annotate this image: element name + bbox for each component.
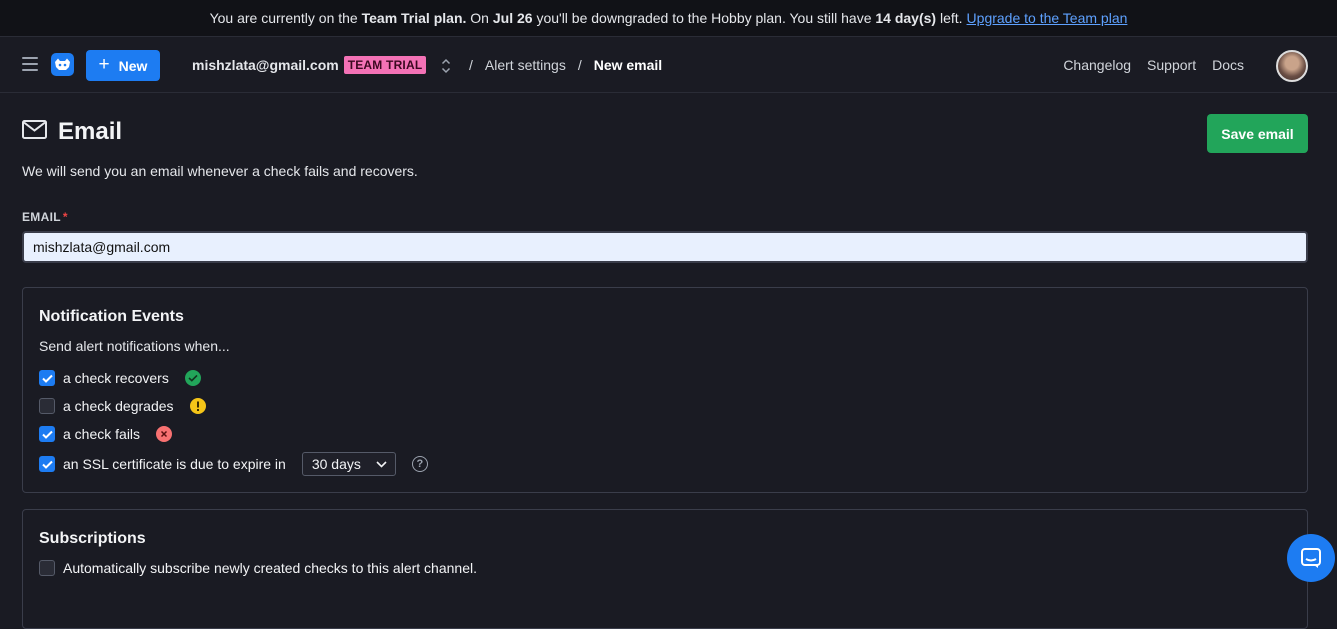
check-degrades-label: a check degrades (63, 398, 174, 414)
upgrade-link[interactable]: Upgrade to the Team plan (967, 10, 1128, 26)
trial-banner: You are currently on the Team Trial plan… (0, 0, 1337, 36)
notification-events-title: Notification Events (39, 308, 184, 325)
subscriptions-panel: Subscriptions Automatically subscribe ne… (22, 509, 1308, 629)
chevron-down-icon (376, 460, 387, 468)
breadcrumb-separator: / (469, 57, 473, 73)
account-email: mishzlata@gmail.com (192, 57, 339, 73)
top-nav: + New mishzlata@gmail.com TEAM TRIAL / A… (0, 36, 1337, 93)
account-switcher[interactable]: mishzlata@gmail.com TEAM TRIAL (192, 56, 427, 74)
check-recovers-row: a check recovers (39, 370, 201, 386)
page-header: Email (22, 118, 122, 146)
page-title: Email (58, 118, 123, 145)
banner-on: On (470, 10, 489, 26)
x-circle-icon (156, 426, 173, 442)
breadcrumb-alert-settings[interactable]: Alert settings (485, 57, 566, 73)
banner-left: left. (939, 10, 963, 26)
help-icon[interactable]: ? (411, 456, 428, 472)
new-button-label: New (118, 57, 148, 74)
check-degrades-checkbox[interactable] (39, 398, 55, 414)
chat-launcher-button[interactable] (1287, 534, 1335, 582)
nav-links: Changelog Support Docs (1063, 57, 1244, 73)
banner-plan: Team Trial plan. (361, 10, 467, 26)
banner-middle: you'll be downgraded to the Hobby plan. … (536, 10, 872, 26)
banner-date: Jul 26 (492, 10, 533, 26)
menu-icon[interactable] (22, 57, 38, 71)
warning-icon (189, 398, 206, 414)
plus-icon: + (98, 54, 110, 75)
auto-subscribe-row: Automatically subscribe newly created ch… (39, 560, 477, 576)
check-circle-icon (184, 370, 201, 386)
auto-subscribe-checkbox[interactable] (39, 560, 55, 576)
subscriptions-title: Subscriptions (39, 530, 146, 547)
check-fails-checkbox[interactable] (39, 426, 55, 442)
email-field[interactable] (22, 231, 1308, 263)
breadcrumb: / Alert settings / New email (469, 57, 662, 73)
envelope-icon (22, 120, 47, 144)
email-field-label: EMAIL * (22, 210, 68, 224)
check-recovers-label: a check recovers (63, 370, 169, 386)
new-button[interactable]: + New (86, 50, 160, 81)
banner-prefix: You are currently on the (209, 10, 358, 26)
ssl-expiry-label: an SSL certificate is due to expire in (63, 456, 286, 472)
ssl-days-select[interactable]: 30 days (301, 452, 396, 476)
support-link[interactable]: Support (1147, 57, 1196, 73)
check-recovers-checkbox[interactable] (39, 370, 55, 386)
docs-link[interactable]: Docs (1212, 57, 1244, 73)
changelog-link[interactable]: Changelog (1063, 57, 1131, 73)
banner-days: 14 day(s) (875, 10, 937, 26)
breadcrumb-current: New email (593, 57, 663, 73)
ssl-expiry-row: an SSL certificate is due to expire in 3… (39, 452, 428, 476)
save-email-button[interactable]: Save email (1207, 114, 1308, 153)
chevron-up-down-icon[interactable] (440, 57, 452, 75)
email-label-text: EMAIL (22, 210, 61, 224)
team-trial-badge: TEAM TRIAL (343, 56, 427, 74)
logo-icon[interactable] (51, 53, 74, 76)
auto-subscribe-label: Automatically subscribe newly created ch… (63, 560, 477, 576)
page-description: We will send you an email whenever a che… (22, 163, 418, 179)
check-fails-label: a check fails (63, 426, 141, 442)
notification-events-panel: Notification Events Send alert notificat… (22, 287, 1308, 493)
ssl-expiry-checkbox[interactable] (39, 456, 55, 472)
check-fails-row: a check fails (39, 426, 173, 442)
check-degrades-row: a check degrades (39, 398, 206, 414)
notification-events-subtitle: Send alert notifications when... (39, 338, 230, 354)
chat-icon (1301, 548, 1321, 568)
breadcrumb-separator: / (577, 57, 582, 73)
required-mark: * (62, 210, 68, 224)
ssl-days-value: 30 days (311, 456, 361, 472)
avatar[interactable] (1276, 50, 1308, 82)
